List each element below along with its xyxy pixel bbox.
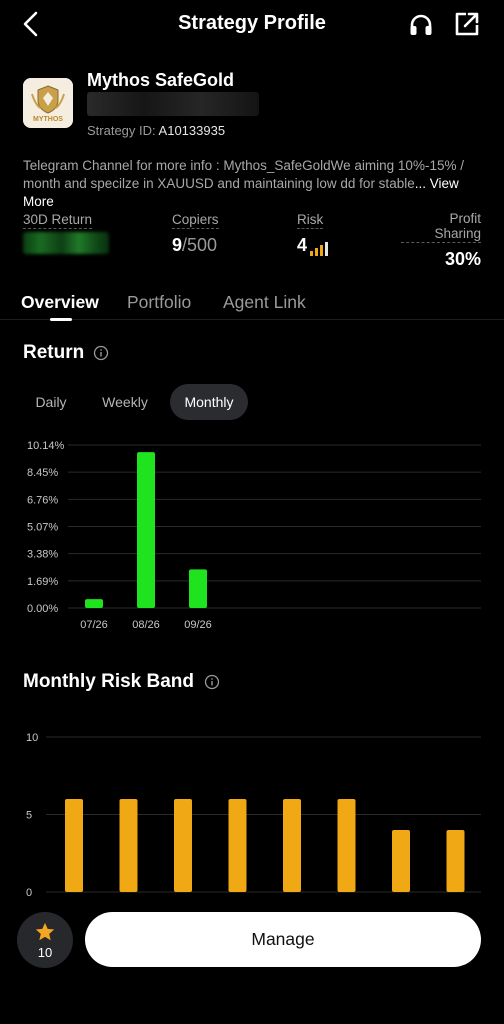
headset-icon[interactable] (408, 12, 434, 38)
copiers-max: /500 (182, 235, 218, 255)
y-tick-label: 6.76% (27, 494, 58, 506)
risk-band-section-title: Monthly Risk Band (23, 671, 195, 692)
stat-copiers: Copiers 9/500 (172, 211, 219, 256)
star-icon (35, 922, 55, 941)
profile-tabs: Overview Portfolio Agent Link (0, 286, 504, 321)
x-tick-label: 09/26 (184, 619, 212, 631)
manage-button[interactable]: Manage (85, 912, 481, 967)
return-chart-svg: 0.00% 1.69% 3.38% 5.07% 6.76% 8.45% 10.14% 07/2… (27, 440, 481, 631)
top-bar: Strategy Profile (0, 0, 504, 50)
risk-band-bar[interactable] (446, 830, 465, 892)
risk-band-bar[interactable] (337, 799, 356, 892)
x-tick-label: 07/26 (80, 619, 108, 631)
risk-band-bar[interactable] (119, 799, 138, 892)
stat-profit-sharing: Profit Sharing 30% (401, 211, 481, 270)
redacted-info (87, 92, 259, 116)
stat-return-label[interactable]: 30D Return (23, 212, 93, 229)
risk-band-bar[interactable] (174, 799, 192, 892)
share-external-icon[interactable] (454, 11, 480, 37)
return-bar[interactable] (137, 452, 155, 608)
y-tick-label: 5 (26, 810, 32, 822)
strategy-logo: MYTHOS (23, 78, 73, 128)
stat-30d-return: 30D Return (23, 211, 93, 229)
risk-level-bar (310, 251, 314, 256)
stat-copiers-value: 9/500 (172, 235, 219, 256)
stat-profit-value: 30% (444, 249, 481, 269)
risk-level-bar (325, 242, 329, 256)
y-tick-label: 8.45% (27, 467, 58, 479)
active-tab-indicator (50, 318, 72, 321)
return-section-title: Return (23, 342, 85, 363)
tab-agent-link[interactable]: Agent Link (223, 292, 306, 313)
risk-level-bar (320, 245, 324, 256)
strategy-id-value: A10133935 (158, 123, 226, 138)
redacted-return-value (23, 232, 109, 254)
stat-copiers-label[interactable]: Copiers (172, 212, 219, 229)
stat-profit-label[interactable]: Profit Sharing (401, 211, 481, 243)
info-icon[interactable] (204, 674, 220, 690)
stat-risk-value: 4 (297, 235, 330, 256)
y-tick-label: 0 (26, 887, 32, 899)
risk-band-chart-svg: 0 5 10 (26, 732, 481, 899)
stat-risk-label[interactable]: Risk (297, 212, 324, 229)
y-tick-label: 10 (26, 732, 38, 744)
risk-band-bar[interactable] (283, 799, 301, 892)
risk-level-icon (310, 235, 330, 256)
tab-overview[interactable]: Overview (21, 292, 99, 313)
y-tick-label: 1.69% (27, 576, 58, 588)
info-icon[interactable] (93, 345, 109, 361)
tab-portfolio[interactable]: Portfolio (127, 292, 191, 313)
strategy-id: Strategy ID: A10133935 (87, 123, 225, 138)
y-tick-label: 3.38% (27, 549, 58, 561)
risk-level-bar (315, 248, 319, 256)
return-bar[interactable] (85, 599, 103, 608)
y-tick-label: 5.07% (27, 522, 58, 534)
strategy-description: Telegram Channel for more info : Mythos_… (23, 157, 485, 211)
risk-band-bar[interactable] (392, 830, 410, 892)
risk-band-bar[interactable] (228, 799, 247, 892)
risk-band-bar[interactable] (65, 799, 83, 892)
period-weekly[interactable]: Weekly (95, 384, 155, 420)
risk-score: 4 (297, 235, 308, 255)
strategy-name: Mythos SafeGold (87, 70, 235, 90)
svg-text:MYTHOS: MYTHOS (33, 116, 63, 123)
period-monthly[interactable]: Monthly (170, 384, 248, 420)
description-text: Telegram Channel for more info : Mythos_… (23, 158, 464, 191)
y-tick-label: 0.00% (27, 603, 58, 615)
strategy-id-label: Strategy ID: (87, 123, 156, 138)
return-bar[interactable] (189, 569, 207, 608)
x-tick-label: 08/26 (132, 619, 160, 631)
y-tick-label: 10.14% (27, 440, 65, 452)
favorite-button[interactable]: 10 (17, 912, 73, 968)
favorites-count: 10 (37, 945, 53, 960)
stat-risk: Risk 4 (297, 211, 330, 256)
period-daily[interactable]: Daily (23, 384, 79, 420)
copiers-current: 9 (172, 235, 183, 255)
